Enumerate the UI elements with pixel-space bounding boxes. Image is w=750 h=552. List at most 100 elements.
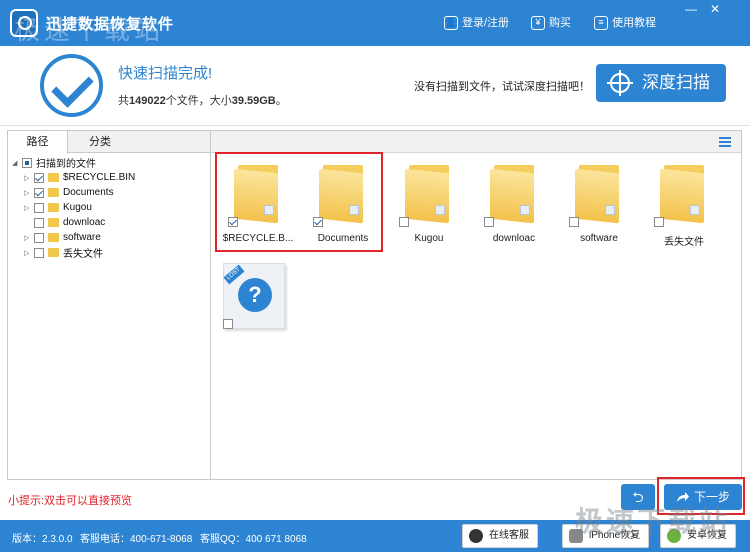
folder-icon bbox=[48, 188, 59, 197]
tutorial-link[interactable]: ≡ 使用教程 bbox=[594, 14, 656, 32]
file-checkbox[interactable] bbox=[223, 319, 233, 329]
file-item-kugou[interactable]: Kugou bbox=[389, 161, 469, 257]
buy-link[interactable]: ¥ 购买 bbox=[531, 14, 571, 32]
folder-icon bbox=[48, 248, 59, 257]
grid-toolbar bbox=[211, 131, 741, 153]
file-label: software bbox=[580, 233, 618, 244]
book-icon: ≡ bbox=[594, 16, 608, 30]
login-link[interactable]: 👤 登录/注册 bbox=[444, 14, 509, 32]
crosshair-icon bbox=[607, 70, 633, 96]
online-support-button[interactable]: 在线客服 bbox=[462, 524, 538, 548]
stats-mid: 个文件，大小 bbox=[165, 95, 232, 107]
collapse-icon[interactable]: ◢ bbox=[12, 159, 20, 167]
tree-item-label: Documents bbox=[63, 187, 114, 198]
expand-icon[interactable]: ▷ bbox=[24, 249, 32, 257]
question-icon: ? bbox=[238, 278, 272, 312]
tree-item-kugou[interactable]: ▷ Kugou bbox=[12, 200, 208, 215]
tree-item-checkbox[interactable] bbox=[34, 247, 44, 258]
folder-tree-panel: 路径 分类 ◢ 扫描到的文件 ▷ $RECYCLE.BIN ▷ Document… bbox=[7, 130, 211, 480]
tree-item-label: downloac bbox=[63, 217, 106, 228]
tree-item-lost-files[interactable]: ▷ 丢失文件 bbox=[12, 245, 208, 260]
tree-item-checkbox[interactable] bbox=[34, 217, 44, 228]
tab-path[interactable]: 路径 bbox=[8, 131, 68, 154]
folder-icon bbox=[48, 218, 59, 227]
tree-item-label: Kugou bbox=[63, 202, 92, 213]
tree-item-checkbox[interactable] bbox=[34, 202, 44, 213]
tree-item-checkbox[interactable] bbox=[34, 232, 44, 243]
file-count: 149022 bbox=[129, 95, 166, 107]
file-item-documents[interactable]: Documents bbox=[303, 161, 383, 257]
deep-scan-button[interactable]: 深度扫描 bbox=[596, 64, 726, 102]
app-logo-icon bbox=[10, 9, 38, 37]
login-label: 登录/注册 bbox=[462, 17, 510, 29]
file-checkbox[interactable] bbox=[654, 217, 664, 227]
status-bar: 版本：2.3.0.0 客服电话：400-671-8068 客服QQ：400 67… bbox=[0, 520, 750, 552]
file-checkbox[interactable] bbox=[399, 217, 409, 227]
android-icon bbox=[667, 529, 681, 543]
scan-status-title: 快速扫描完成! bbox=[118, 65, 213, 82]
folder-icon bbox=[48, 173, 59, 182]
folder-icon bbox=[575, 161, 623, 224]
file-label: 丢失文件 bbox=[664, 237, 704, 248]
next-label: 下一步 bbox=[694, 490, 731, 504]
tab-category[interactable]: 分类 bbox=[70, 131, 130, 153]
folder-icon bbox=[490, 161, 538, 224]
folder-tree: ◢ 扫描到的文件 ▷ $RECYCLE.BIN ▷ Documents ▷ Ku… bbox=[12, 155, 208, 260]
file-label: Kugou bbox=[414, 233, 444, 244]
tree-root[interactable]: ◢ 扫描到的文件 bbox=[12, 155, 208, 170]
folder-icon bbox=[660, 161, 708, 224]
tree-item-checkbox[interactable] bbox=[34, 172, 44, 183]
tree-item-download[interactable]: downloac bbox=[12, 215, 208, 230]
iphone-recovery-button[interactable]: iPhone恢复 bbox=[562, 524, 650, 548]
version-text: 版本：2.3.0.0 bbox=[12, 534, 73, 545]
file-item-recycle-bin[interactable]: $RECYCLE.B... bbox=[218, 161, 298, 257]
file-checkbox[interactable] bbox=[228, 217, 238, 227]
folder-icon bbox=[319, 161, 367, 224]
iphone-icon bbox=[569, 529, 583, 543]
tree-tabs: 路径 分类 bbox=[8, 131, 210, 154]
total-size: 39.59GB bbox=[231, 95, 276, 107]
folder-icon bbox=[48, 233, 59, 242]
file-checkbox[interactable] bbox=[313, 217, 323, 227]
scan-summary: 快速扫描完成! 共149022个文件，大小39.59GB。 没有扫描到文件，试试… bbox=[0, 46, 750, 126]
title-bar: 迅捷数据恢复软件 极速下载站 👤 登录/注册 ¥ 购买 ≡ 使用教程 — ✕ bbox=[0, 0, 750, 46]
menu-icon[interactable] bbox=[719, 137, 731, 139]
file-item-lost-files[interactable]: 丢失文件 bbox=[644, 161, 724, 257]
file-checkbox[interactable] bbox=[569, 217, 579, 227]
buy-label: 购买 bbox=[549, 17, 571, 29]
expand-icon[interactable]: ▷ bbox=[24, 204, 32, 212]
user-icon: 👤 bbox=[444, 16, 458, 30]
file-item-download[interactable]: downloac bbox=[474, 161, 554, 257]
tree-item-recycle-bin[interactable]: ▷ $RECYCLE.BIN bbox=[12, 170, 208, 185]
qq-text: 客服QQ：400 671 8068 bbox=[200, 534, 307, 545]
tutorial-label: 使用教程 bbox=[612, 17, 656, 29]
file-item-software[interactable]: software bbox=[559, 161, 639, 257]
stats-suffix: 。 bbox=[275, 95, 287, 107]
iphone-recovery-label: iPhone恢复 bbox=[589, 530, 641, 541]
lost-badge: LOST bbox=[223, 264, 245, 285]
tree-item-software[interactable]: ▷ software bbox=[12, 230, 208, 245]
tree-item-checkbox[interactable] bbox=[34, 187, 44, 198]
yen-icon: ¥ bbox=[531, 16, 545, 30]
deep-scan-label: 深度扫描 bbox=[642, 73, 710, 92]
expand-icon[interactable]: ▷ bbox=[24, 234, 32, 242]
minimize-button[interactable]: — bbox=[680, 2, 702, 16]
android-recovery-button[interactable]: 安卓恢复 bbox=[660, 524, 736, 548]
next-button[interactable]: 下一步 bbox=[664, 484, 742, 510]
expand-icon[interactable]: ▷ bbox=[24, 189, 32, 197]
tree-item-documents[interactable]: ▷ Documents bbox=[12, 185, 208, 200]
file-label: downloac bbox=[492, 233, 536, 244]
share-arrow-icon bbox=[677, 492, 689, 502]
expand-icon[interactable]: ▷ bbox=[24, 174, 32, 182]
online-support-label: 在线客服 bbox=[489, 530, 529, 541]
tree-item-label: software bbox=[63, 232, 101, 243]
qq-penguin-icon bbox=[469, 529, 483, 543]
close-button[interactable]: ✕ bbox=[704, 2, 726, 16]
deep-scan-hint: 没有扫描到文件，试试深度扫描吧！ bbox=[414, 81, 590, 93]
file-item-lost-unknown[interactable]: LOST ? bbox=[213, 263, 293, 359]
back-button[interactable]: ⮌ bbox=[621, 484, 655, 510]
android-recovery-label: 安卓恢复 bbox=[687, 530, 727, 541]
tree-root-checkbox[interactable] bbox=[22, 157, 32, 168]
folder-icon bbox=[234, 161, 282, 224]
file-checkbox[interactable] bbox=[484, 217, 494, 227]
